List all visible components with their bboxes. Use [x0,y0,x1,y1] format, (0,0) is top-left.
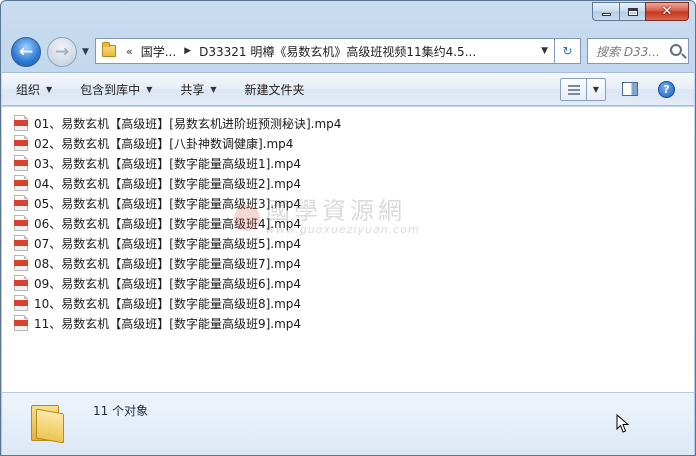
file-item[interactable]: 07、易数玄机【高级班】[数字能量高级班5].mp4 [14,233,341,253]
file-name: 06、易数玄机【高级班】[数字能量高级班4].mp4 [34,216,302,231]
file-item[interactable]: 09、易数玄机【高级班】[数字能量高级班6].mp4 [14,273,341,293]
file-name: 09、易数玄机【高级班】[数字能量高级班6].mp4 [34,276,302,291]
mp4-file-icon [14,135,28,151]
caption-buttons: ✕ [592,2,689,21]
maximize-icon [627,7,638,16]
search-icon[interactable] [670,44,682,56]
mp4-file-icon [14,295,28,311]
file-item[interactable]: 01、易数玄机【高级班】[易数玄机进阶班预测秘诀].mp4 [14,113,341,133]
search-placeholder: 搜索 D33... [596,44,660,59]
close-button[interactable]: ✕ [645,2,689,21]
share-label: 共享 [180,82,205,97]
help-icon[interactable]: ? [658,81,675,98]
organize-button[interactable]: 组织 ▼ [2,73,66,105]
chevron-down-icon: ▼ [210,84,217,94]
address-bar[interactable]: « 国学... ▶ D33321 明樽《易数玄机》高级班视频11集约4.5...… [95,38,555,64]
include-in-library-label: 包含到库中 [80,82,141,97]
mp4-file-icon [14,115,28,131]
address-dropdown-icon[interactable]: ▼ [541,46,548,56]
file-name: 11、易数玄机【高级班】[数字能量高级班9].mp4 [34,316,302,331]
minimize-icon [601,13,611,16]
mouse-cursor-icon [616,414,630,433]
back-arrow-icon: ← [18,41,34,62]
change-view-button[interactable]: ▼ [560,78,606,101]
close-icon: ✕ [661,4,673,19]
file-item[interactable]: 08、易数玄机【高级班】[数字能量高级班7].mp4 [14,253,341,273]
include-in-library-button[interactable]: 包含到库中 ▼ [66,73,166,105]
search-input[interactable]: 搜索 D33... [587,38,689,64]
back-button[interactable]: ← [11,37,41,67]
mp4-file-icon [14,215,28,231]
chevron-down-icon: ▼ [46,84,53,94]
preview-pane-icon[interactable] [622,82,638,96]
maximize-button[interactable] [619,2,645,21]
recent-pages-dropdown-icon[interactable]: ▼ [82,47,89,57]
file-item[interactable]: 10、易数玄机【高级班】[数字能量高级班8].mp4 [14,293,341,313]
file-name: 05、易数玄机【高级班】[数字能量高级班3].mp4 [34,196,302,211]
file-name: 03、易数玄机【高级班】[数字能量高级班1].mp4 [34,156,302,171]
file-name: 08、易数玄机【高级班】[数字能量高级班7].mp4 [34,256,302,271]
file-item[interactable]: 02、易数玄机【高级班】[八卦神数调健康].mp4 [14,133,341,153]
file-item[interactable]: 06、易数玄机【高级班】[数字能量高级班4].mp4 [14,213,341,233]
mp4-file-icon [14,195,28,211]
mp4-file-icon [14,235,28,251]
chevron-down-icon: ▼ [146,84,153,94]
file-item[interactable]: 03、易数玄机【高级班】[数字能量高级班1].mp4 [14,153,341,173]
forward-button[interactable]: → [47,37,77,67]
item-count: 11 个对象 [93,404,149,418]
file-name: 01、易数玄机【高级班】[易数玄机进阶班预测秘诀].mp4 [34,116,342,131]
file-name: 02、易数玄机【高级班】[八卦神数调健康].mp4 [34,136,294,151]
details-pane: 11 个对象 [2,392,694,455]
breadcrumb-item-current[interactable]: D33321 明樽《易数玄机》高级班视频11集约4.5... [199,43,476,60]
file-item[interactable]: 11、易数玄机【高级班】[数字能量高级班9].mp4 [14,313,341,333]
refresh-icon: ↻ [562,44,573,58]
file-list-pane[interactable]: 01、易数玄机【高级班】[易数玄机进阶班预测秘诀].mp4 02、易数玄机【高级班… [2,107,694,392]
folder-icon [102,42,116,57]
file-item[interactable]: 05、易数玄机【高级班】[数字能量高级班3].mp4 [14,193,341,213]
mp4-file-icon [14,175,28,191]
file-item[interactable]: 04、易数玄机【高级班】[数字能量高级班2].mp4 [14,173,341,193]
forward-arrow-icon: → [54,41,70,62]
file-name: 04、易数玄机【高级班】[数字能量高级班2].mp4 [34,176,302,191]
organize-label: 组织 [16,82,41,97]
explorer-window: ✕ ← → ▼ « 国学... ▶ D33321 明樽《易数玄机》高级班视频11… [0,0,696,456]
breadcrumb-item-parent[interactable]: 国学... [141,43,176,60]
view-dropdown-icon[interactable]: ▼ [587,85,605,94]
new-folder-label: 新建文件夹 [244,82,305,97]
file-name: 07、易数玄机【高级班】[数字能量高级班5].mp4 [34,236,302,251]
breadcrumb-overflow[interactable]: « [126,45,133,58]
refresh-button[interactable]: ↻ [555,38,581,64]
breadcrumb-separator-icon[interactable]: ▶ [184,46,191,56]
mp4-file-icon [14,275,28,291]
new-folder-button[interactable]: 新建文件夹 [231,73,319,105]
share-button[interactable]: 共享 ▼ [166,73,230,105]
file-name: 10、易数玄机【高级班】[数字能量高级班8].mp4 [34,296,302,311]
mp4-file-icon [14,155,28,171]
folder-icon [31,401,65,444]
mp4-file-icon [14,255,28,271]
view-icon[interactable] [561,79,587,100]
mp4-file-icon [14,315,28,331]
minimize-button[interactable] [592,2,619,21]
file-list: 01、易数玄机【高级班】[易数玄机进阶班预测秘诀].mp4 02、易数玄机【高级班… [14,113,341,333]
command-bar: 组织 ▼ 包含到库中 ▼ 共享 ▼ 新建文件夹 ▼ ? [2,72,694,106]
